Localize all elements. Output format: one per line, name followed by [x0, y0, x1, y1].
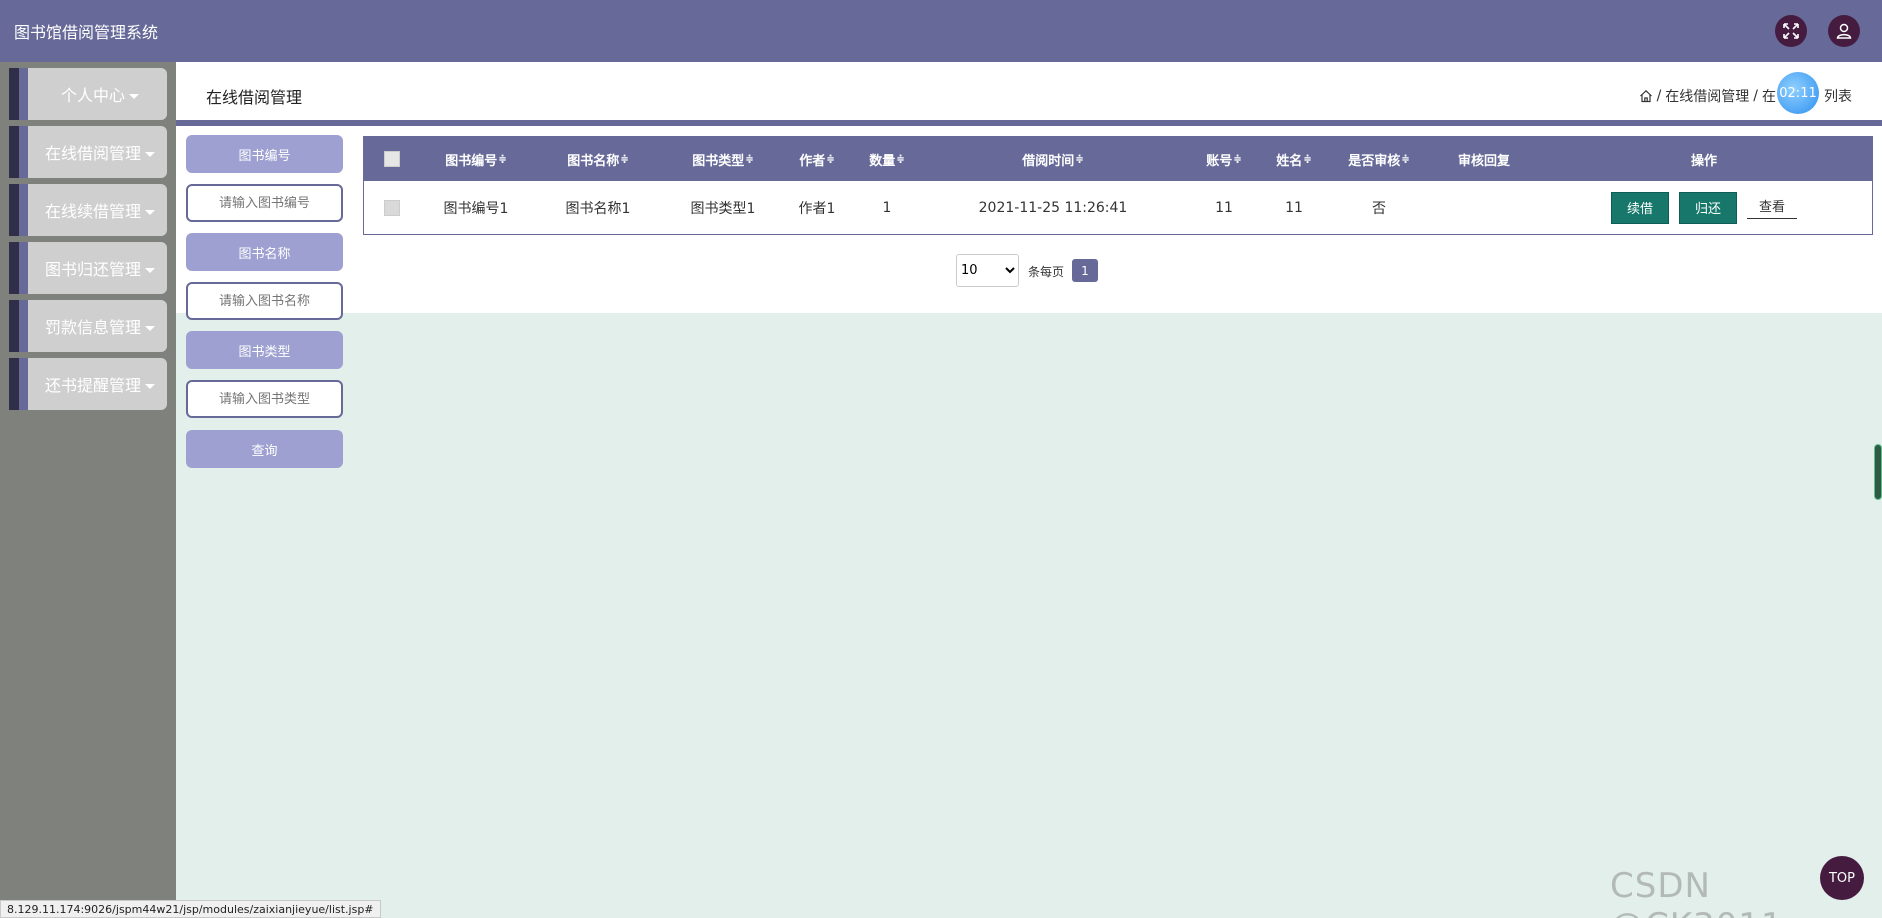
- search-input-book-no[interactable]: [186, 184, 343, 222]
- search-input-book-type[interactable]: [186, 380, 343, 418]
- cell-account: 11: [1215, 199, 1233, 216]
- return-button[interactable]: 归还: [1678, 191, 1737, 224]
- sort-icon[interactable]: ≑: [620, 154, 628, 165]
- sort-icon[interactable]: ≑: [745, 154, 753, 165]
- sort-icon[interactable]: ≑: [1303, 154, 1311, 165]
- select-all-checkbox[interactable]: [384, 151, 400, 167]
- sidebar-item-label: 罚款信息管理: [44, 318, 141, 337]
- sidebar-item-label: 个人中心: [60, 86, 125, 105]
- sort-icon[interactable]: ≑: [1075, 154, 1083, 165]
- sort-icon[interactable]: ≑: [1401, 154, 1409, 165]
- search-label-book-name: 图书名称: [186, 233, 343, 271]
- table-row: 图书编号1 图书名称1 图书类型1 作者1 1 2021-11-25 11:26…: [364, 181, 1872, 234]
- cell-book-name: 图书名称1: [565, 200, 631, 217]
- column-header-name[interactable]: 姓名 ≑: [1264, 137, 1324, 181]
- breadcrumb-separator: /: [1753, 88, 1758, 104]
- cell-name: 11: [1285, 199, 1303, 216]
- sort-icon[interactable]: ≑: [1233, 154, 1241, 165]
- cell-review-reply: [1434, 181, 1534, 234]
- sidebar-item-borrow-management[interactable]: 在线借阅管理: [9, 126, 167, 178]
- column-header-borrow-time[interactable]: 借阅时间 ≑: [922, 137, 1184, 181]
- column-header-reviewed[interactable]: 是否审核 ≑: [1324, 137, 1434, 181]
- data-table: 图书编号 ≑ 图书名称 ≑ 图书类型 ≑ 作者 ≑ 数量 ≑ 借阅时间 ≑ 账号 ≑ 姓名 ≑ …: [363, 136, 1873, 235]
- renew-button[interactable]: 续借: [1610, 191, 1669, 224]
- sidebar-item-label: 图书归还管理: [44, 260, 141, 279]
- page-size-select[interactable]: 10: [956, 254, 1019, 287]
- breadcrumb: / 在线借阅管理 / 在 列表: [1639, 86, 1852, 106]
- home-icon[interactable]: [1639, 89, 1653, 103]
- breadcrumb-level2: 在: [1762, 89, 1776, 105]
- caret-down-icon: [145, 326, 155, 331]
- view-link[interactable]: 查看: [1746, 196, 1797, 219]
- sidebar-item-personal-center[interactable]: 个人中心: [9, 68, 167, 120]
- column-header-book-no[interactable]: 图书编号 ≑: [420, 137, 532, 181]
- search-label-book-type: 图书类型: [186, 331, 343, 369]
- page-number-current[interactable]: 1: [1072, 259, 1098, 282]
- breadcrumb-separator: /: [1656, 88, 1662, 104]
- column-header-quantity[interactable]: 数量 ≑: [852, 137, 922, 181]
- back-to-top-button[interactable]: TOP: [1820, 856, 1864, 900]
- user-icon[interactable]: [1828, 15, 1860, 47]
- column-header-author[interactable]: 作者 ≑: [782, 137, 852, 181]
- sidebar-item-label: 还书提醒管理: [44, 376, 141, 395]
- timer-badge: 02:11: [1777, 72, 1819, 114]
- column-header-book-name[interactable]: 图书名称 ≑: [532, 137, 664, 181]
- sidebar-item-label: 在线续借管理: [44, 202, 141, 221]
- scrollbar-handle[interactable]: [1874, 444, 1882, 500]
- row-checkbox[interactable]: [384, 199, 400, 216]
- column-header-book-type[interactable]: 图书类型 ≑: [664, 137, 782, 181]
- app-title: 图书馆借阅管理系统: [14, 23, 159, 42]
- cell-reviewed: 否: [1372, 200, 1386, 217]
- caret-down-icon: [145, 152, 155, 157]
- caret-down-icon: [145, 268, 155, 273]
- sidebar-item-renew-management[interactable]: 在线续借管理: [9, 184, 167, 236]
- fullscreen-icon[interactable]: [1775, 15, 1807, 47]
- sidebar-item-reminder-management[interactable]: 还书提醒管理: [9, 358, 167, 410]
- cell-author: 作者1: [798, 200, 836, 217]
- column-header-account[interactable]: 账号 ≑: [1184, 137, 1264, 181]
- cell-book-type: 图书类型1: [690, 200, 756, 217]
- caret-down-icon: [145, 210, 155, 215]
- top-bar: 图书馆借阅管理系统: [0, 0, 1882, 62]
- book-no-field[interactable]: [188, 195, 341, 211]
- page-title: 在线借阅管理: [206, 88, 303, 107]
- status-bar-url: 8.129.11.174:9026/jspm44w21/jsp/modules/…: [0, 900, 381, 918]
- sort-icon[interactable]: ≑: [826, 154, 834, 165]
- cell-book-no: 图书编号1: [443, 200, 509, 217]
- search-label-book-no: 图书编号: [186, 135, 343, 173]
- breadcrumb-level1[interactable]: 在线借阅管理: [1665, 86, 1749, 106]
- content-header: 在线借阅管理 / 在线借阅管理 / 在 列表: [176, 62, 1882, 120]
- search-input-book-name[interactable]: [186, 282, 343, 320]
- book-name-field[interactable]: [188, 293, 341, 309]
- cell-quantity: 1: [882, 199, 892, 216]
- column-header-review-reply: 审核回复: [1457, 153, 1510, 169]
- cell-borrow-time: 2021-11-25 11:26:41: [978, 199, 1128, 216]
- sort-icon[interactable]: ≑: [498, 154, 506, 165]
- query-button[interactable]: 查询: [186, 430, 343, 468]
- book-type-field[interactable]: [188, 391, 341, 407]
- table-header: 图书编号 ≑ 图书名称 ≑ 图书类型 ≑ 作者 ≑ 数量 ≑ 借阅时间 ≑ 账号 ≑ 姓名 ≑ …: [364, 137, 1872, 181]
- per-page-label: 条每页: [1028, 265, 1065, 279]
- caret-down-icon: [145, 384, 155, 389]
- sidebar-item-label: 在线借阅管理: [44, 144, 141, 163]
- breadcrumb-level2-tail: 列表: [1824, 89, 1852, 105]
- sidebar-item-return-management[interactable]: 图书归还管理: [9, 242, 167, 294]
- sidebar-item-fine-management[interactable]: 罚款信息管理: [9, 300, 167, 352]
- sort-icon[interactable]: ≑: [896, 154, 904, 165]
- caret-down-icon: [129, 94, 139, 99]
- column-header-actions: 操作: [1690, 153, 1717, 169]
- cell-actions: 续借 归还 查看: [1534, 181, 1874, 234]
